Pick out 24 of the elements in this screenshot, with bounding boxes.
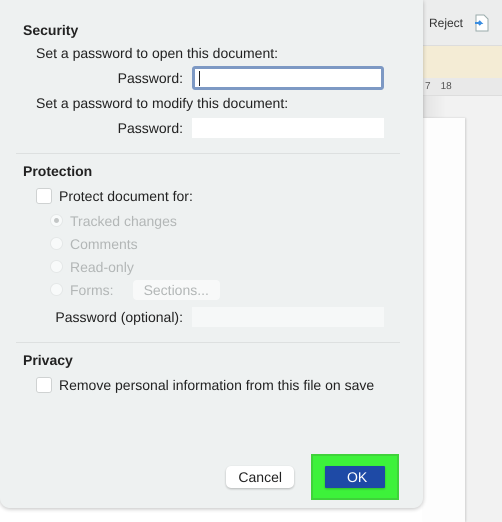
field-label: Password: xyxy=(118,70,183,86)
ruler-number: 7 xyxy=(425,81,431,92)
section-heading: Privacy xyxy=(23,352,74,368)
ok-button[interactable]: OK xyxy=(325,466,385,488)
checkbox-label: Remove personal information from this file on save xyxy=(59,377,374,393)
ruler-number: 18 xyxy=(440,81,452,92)
field-prompt: Set a password to modify this document: xyxy=(36,94,290,113)
radio-label: Forms: xyxy=(70,282,114,298)
checkbox[interactable] xyxy=(36,188,52,204)
cancel-button[interactable]: Cancel xyxy=(226,466,294,488)
document-icon[interactable] xyxy=(475,14,490,32)
text-cursor xyxy=(199,70,200,86)
field-label: Password (optional): xyxy=(55,309,183,325)
radio-label: Read-only xyxy=(70,258,134,274)
reject-button[interactable]: Reject xyxy=(429,16,464,30)
field-label: Password: xyxy=(118,120,183,136)
checkbox-label: Protect document for: xyxy=(59,188,193,204)
radio-label: Tracked changes xyxy=(70,212,177,228)
radio-label: Comments xyxy=(70,236,138,252)
password-field[interactable] xyxy=(192,66,384,90)
field-prompt: Set a password to open this document: xyxy=(36,44,280,63)
checkbox[interactable] xyxy=(36,377,52,393)
section-heading: Protection xyxy=(23,163,94,179)
section-heading: Security xyxy=(23,22,80,38)
